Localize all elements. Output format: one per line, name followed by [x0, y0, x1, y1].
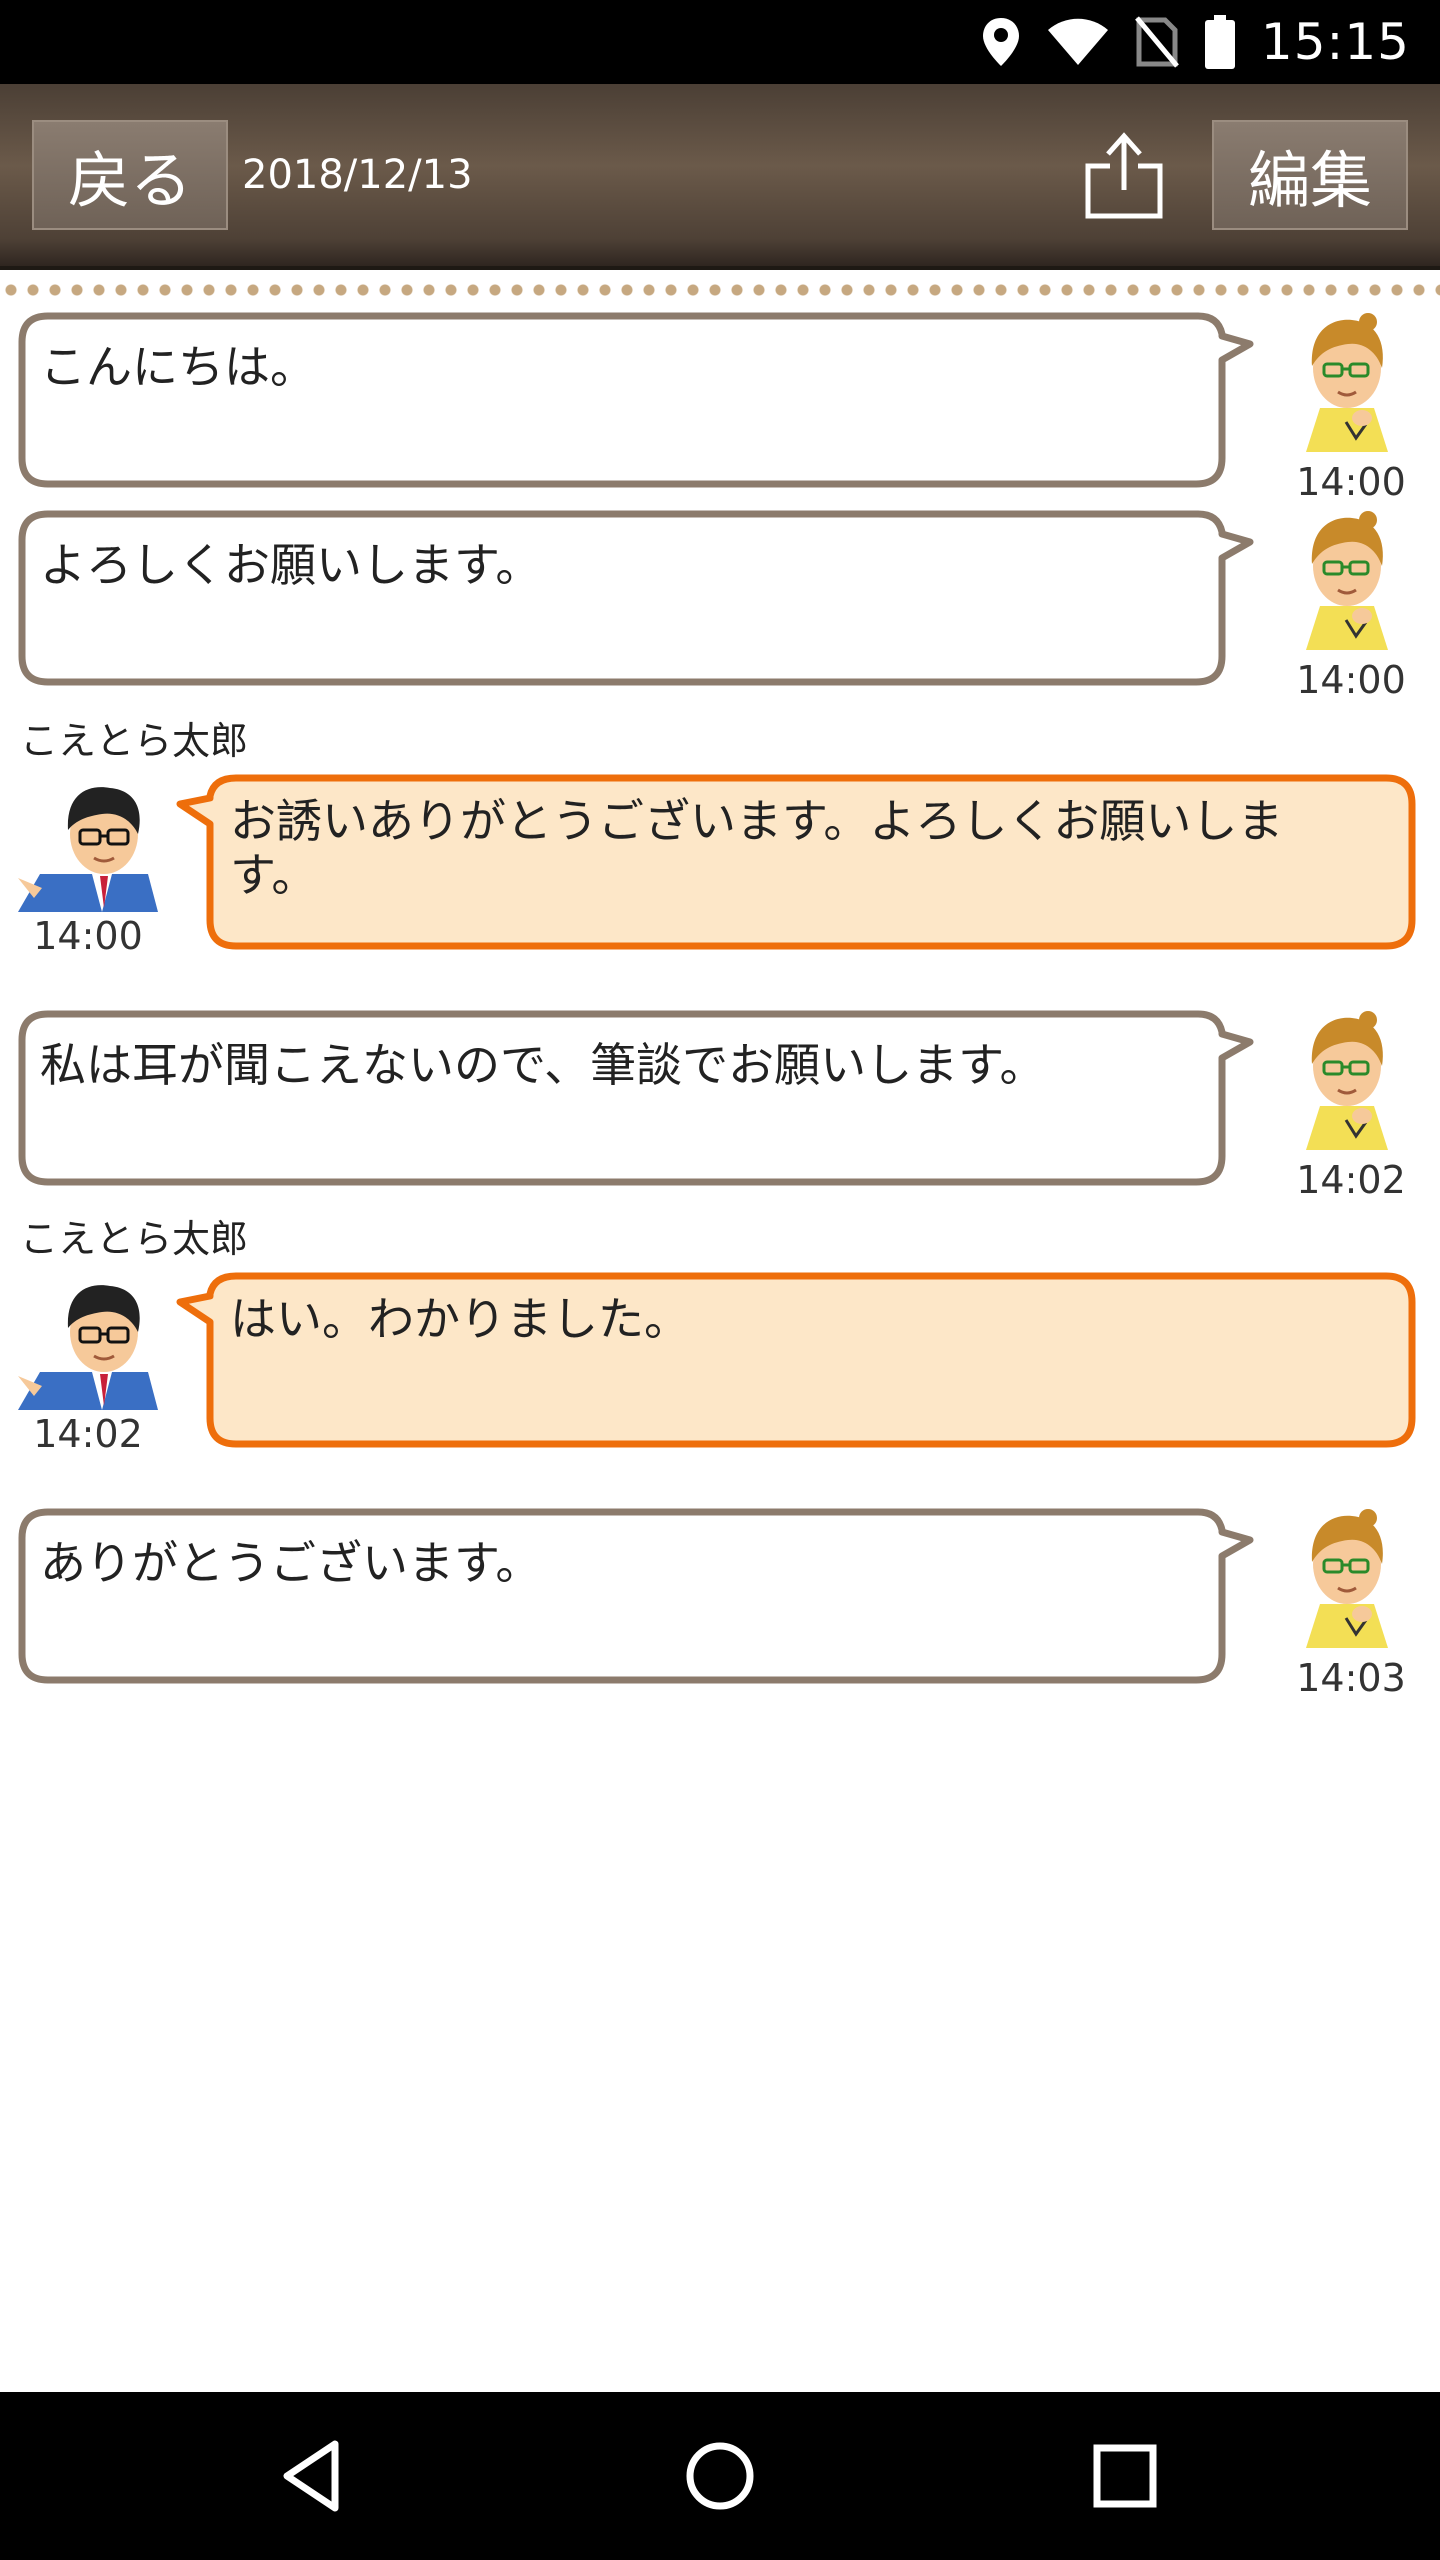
bubble-shape: [18, 312, 1254, 488]
sender-name: こえとら太郎: [20, 1217, 249, 1261]
message-text-line: 私は耳が聞こえないので、筆談でお願いします。: [40, 1038, 1046, 1092]
message-time: 14:00: [1296, 460, 1406, 504]
message-text-line: ありがとうございます。: [40, 1536, 542, 1590]
edit-button[interactable]: 編集: [1212, 120, 1408, 230]
share-icon[interactable]: [1080, 130, 1168, 222]
message-time: 14:00: [33, 914, 143, 958]
message-text-line: はい。わかりました。: [230, 1292, 690, 1346]
sender-name: こえとら太郎: [20, 719, 249, 763]
status-time: 15:15: [1260, 13, 1410, 71]
user-avatar-woman: [1306, 1011, 1388, 1150]
battery-icon: [1204, 15, 1235, 69]
screen: 15:15 戻る 2018/12/13 編集 こんにちは。 14:00 よろしくお願…: [0, 0, 1440, 2560]
status-icons: 15:15: [981, 0, 1410, 84]
no-sim-icon: [1134, 16, 1179, 68]
back-triangle-icon[interactable]: [265, 2426, 365, 2526]
user-avatar-woman: [1306, 511, 1388, 650]
user-avatar-man: [18, 1285, 158, 1410]
message-text-line: お誘いありがとうございます。よろしくお願いしま: [230, 794, 1284, 848]
message-text-line: す。: [230, 848, 318, 902]
user-avatar-woman: [1306, 1509, 1388, 1648]
bubble-shape: [18, 1508, 1254, 1684]
message-text: よろしくお願いします。: [40, 538, 541, 592]
location-icon: [982, 18, 1019, 66]
navigation-bar: [0, 2392, 1440, 2560]
conversation-date: 2018/12/13: [242, 152, 473, 198]
user-avatar-woman: [1306, 313, 1388, 452]
status-bar: 15:15: [0, 0, 1440, 84]
recents-square-icon[interactable]: [1075, 2426, 1175, 2526]
message-text: ありがとうございます。: [40, 1536, 541, 1590]
message-time: 14:02: [33, 1412, 143, 1456]
message-time: 14:03: [1296, 1656, 1406, 1700]
dotted-divider: [0, 282, 1440, 298]
message-text: はい。わかりました。: [230, 1292, 690, 1346]
message-time: 14:02: [1296, 1158, 1406, 1202]
home-circle-icon[interactable]: [670, 2426, 770, 2526]
back-button[interactable]: 戻る: [32, 120, 228, 230]
message-text: 私は耳が聞こえないので、筆談でお願いします。: [40, 1038, 1046, 1092]
bubble-shape: [18, 1010, 1254, 1186]
message-text-line: こんにちは。: [40, 340, 316, 394]
bubble-shape: [18, 510, 1254, 686]
message-text-line: よろしくお願いします。: [40, 538, 542, 592]
app-bar: 戻る 2018/12/13 編集: [0, 84, 1440, 270]
user-avatar-man: [18, 787, 158, 912]
message-text: お誘いありがとうございます。よろしくお願いしま す。: [230, 794, 1283, 902]
message-text: こんにちは。: [40, 340, 316, 394]
message-time: 14:00: [1296, 658, 1406, 702]
wifi-icon: [1047, 18, 1108, 65]
